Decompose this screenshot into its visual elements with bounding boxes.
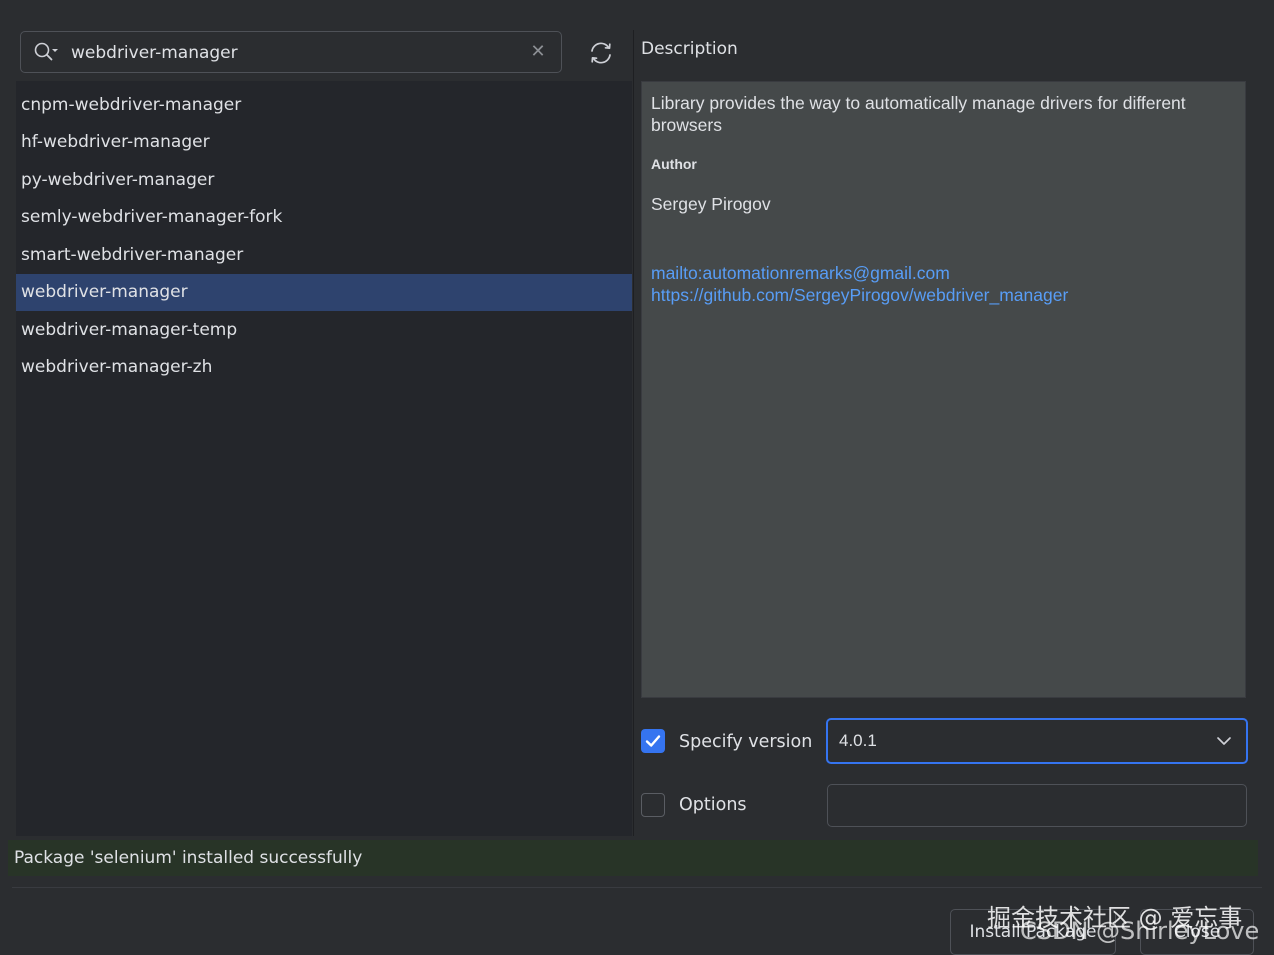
package-item[interactable]: webdriver-manager-temp: [16, 312, 632, 349]
options-input[interactable]: [827, 784, 1247, 827]
specify-version-label[interactable]: Specify version: [679, 730, 812, 754]
chevron-down-icon: [1217, 737, 1231, 745]
version-select[interactable]: 4.0.1: [826, 718, 1248, 764]
options-label[interactable]: Options: [679, 793, 747, 817]
description-summary: Library provides the way to automaticall…: [651, 93, 1186, 135]
github-link[interactable]: https://github.com/SergeyPirogov/webdriv…: [651, 284, 1068, 306]
author-heading: Author: [651, 156, 697, 172]
package-item[interactable]: hf-webdriver-manager: [16, 124, 632, 161]
email-link[interactable]: mailto:automationremarks@gmail.com: [651, 262, 950, 284]
options-checkbox[interactable]: [641, 793, 665, 817]
vertical-divider[interactable]: [633, 30, 634, 836]
search-input[interactable]: webdriver-manager: [71, 41, 238, 65]
version-value: 4.0.1: [839, 731, 877, 750]
package-item-selected[interactable]: webdriver-manager: [16, 274, 632, 311]
search-field[interactable]: webdriver-manager ✕: [20, 31, 562, 73]
watermark-csdn: CSDN @ShirleyLove: [1020, 917, 1260, 945]
checkmark-icon: [645, 735, 661, 747]
description-label: Description: [641, 39, 738, 59]
close-icon[interactable]: ✕: [527, 41, 549, 63]
search-icon[interactable]: [33, 41, 59, 63]
status-message: Package 'selenium' installed successfull…: [14, 848, 363, 868]
package-item[interactable]: semly-webdriver-manager-fork: [16, 199, 632, 236]
package-list[interactable]: cnpm-webdriver-manager hf-webdriver-mana…: [16, 81, 632, 836]
horizontal-divider: [12, 887, 1262, 888]
refresh-icon[interactable]: [587, 40, 615, 66]
author-name: Sergey Pirogov: [651, 194, 771, 214]
specify-version-checkbox[interactable]: [641, 729, 665, 753]
package-item[interactable]: webdriver-manager-zh: [16, 349, 632, 386]
package-item[interactable]: smart-webdriver-manager: [16, 237, 632, 274]
status-bar: Package 'selenium' installed successfull…: [8, 840, 1258, 876]
package-item[interactable]: cnpm-webdriver-manager: [16, 87, 632, 124]
package-item[interactable]: py-webdriver-manager: [16, 162, 632, 199]
description-panel: Library provides the way to automaticall…: [641, 81, 1246, 698]
